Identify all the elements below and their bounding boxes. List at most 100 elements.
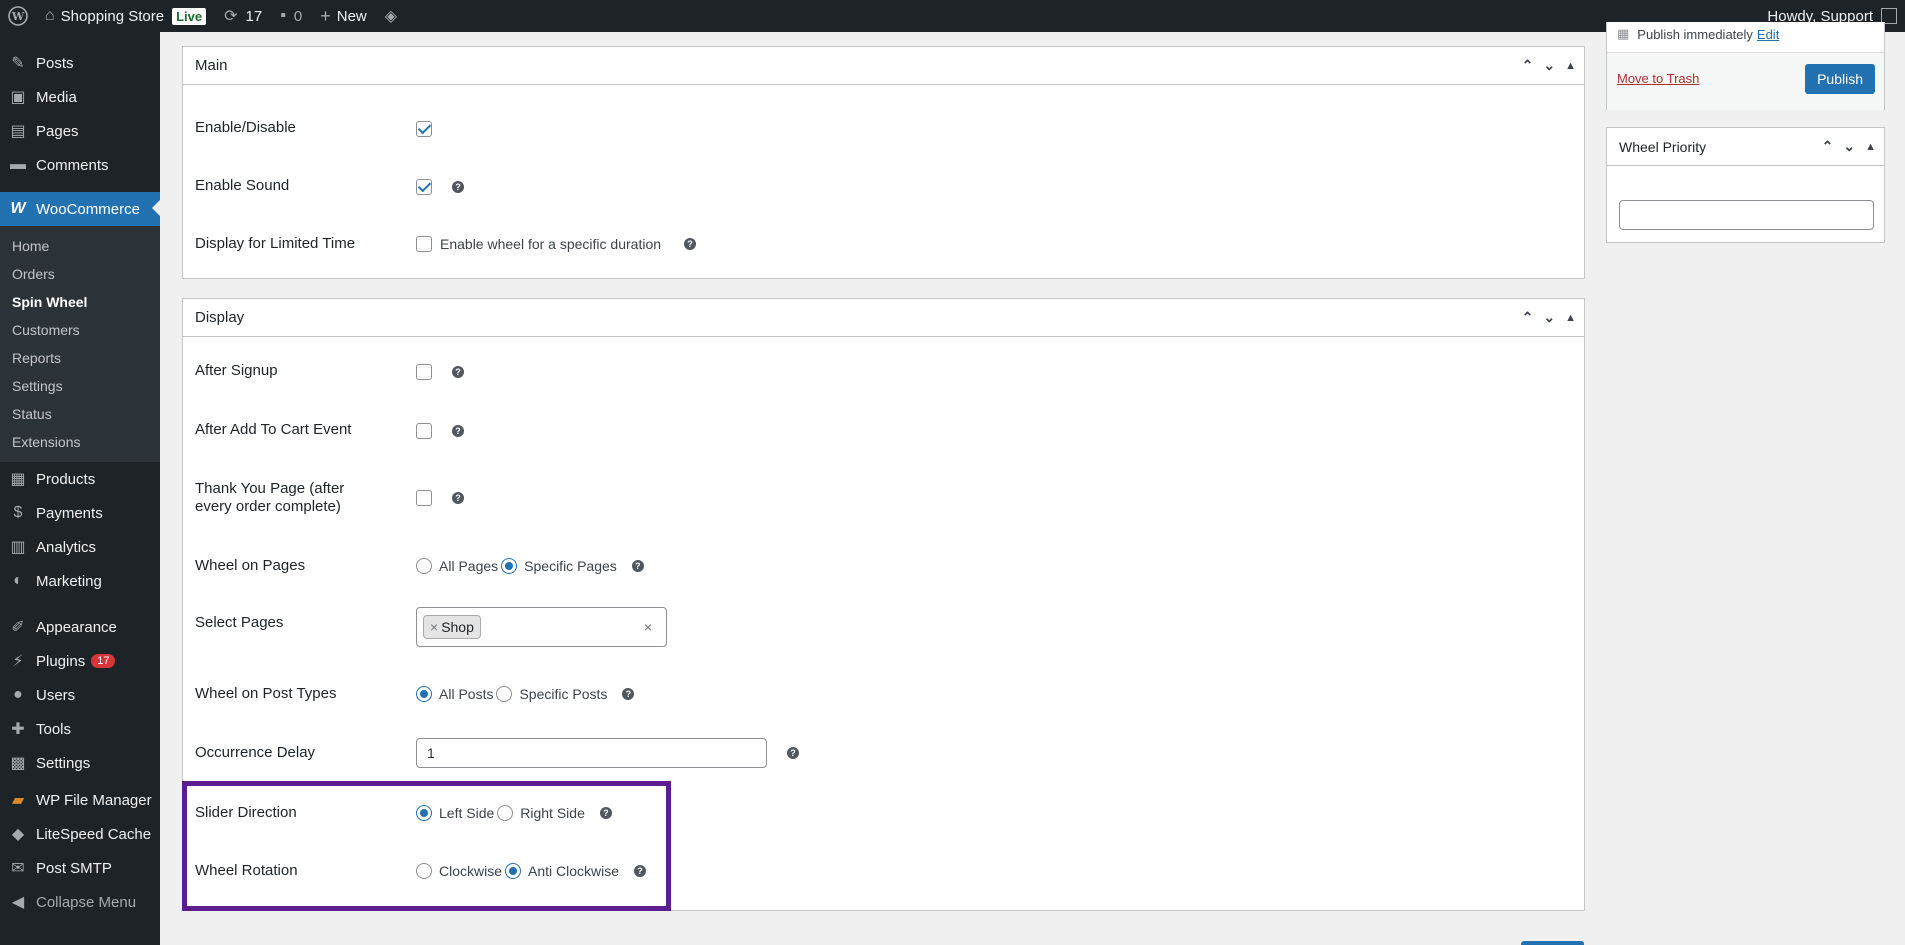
wheel-pages-row: Wheel on Pages All Pages Specific Pages … — [195, 557, 644, 574]
sidebar-item-comments[interactable]: ▬ Comments — [0, 148, 160, 182]
sidebar-item-payments[interactable]: $ Payments — [0, 496, 160, 530]
move-up-icon[interactable]: ⌃ — [1522, 57, 1534, 74]
diamond-icon: ◆ — [11, 826, 25, 843]
publish-panel: ▦ Publish immediately Edit Move to Trash… — [1606, 22, 1885, 110]
clear-selection-icon[interactable]: × — [644, 619, 652, 635]
enable-sound-checkbox[interactable] — [416, 179, 432, 195]
submenu-orders[interactable]: Orders — [0, 260, 160, 288]
limited-time-checkbox[interactable] — [416, 236, 432, 252]
sidebar-item-post-smtp[interactable]: ✉ Post SMTP — [0, 851, 160, 885]
collapse-menu-button[interactable]: ◀ Collapse Menu — [0, 885, 160, 919]
submenu-reports[interactable]: Reports — [0, 344, 160, 372]
sidebar-item-settings[interactable]: ▩ Settings — [0, 746, 160, 780]
post-types-row: Wheel on Post Types All Posts Specific P… — [195, 685, 635, 702]
archive-icon: ▦ — [10, 471, 26, 488]
specific-posts-radio[interactable] — [496, 686, 513, 702]
move-down-icon[interactable]: ⌄ — [1543, 57, 1555, 74]
specific-pages-radio[interactable] — [501, 558, 518, 574]
wheel-priority-input[interactable] — [1619, 200, 1874, 230]
limited-time-row: Display for Limited Time Enable wheel fo… — [195, 235, 697, 252]
comments-link[interactable]: ▪ 0 — [271, 0, 311, 32]
enable-disable-row: Enable/Disable — [195, 119, 432, 137]
submenu-spin-wheel[interactable]: Spin Wheel — [0, 288, 160, 316]
submenu-extensions[interactable]: Extensions — [0, 428, 160, 456]
select-pages-multiselect[interactable]: × Shop × — [416, 607, 667, 647]
help-icon[interactable]: ? — [452, 366, 464, 378]
help-icon[interactable]: ? — [452, 425, 464, 437]
sidebar-item-media[interactable]: ▣ Media — [0, 80, 160, 114]
envelope-icon: ✉ — [11, 860, 25, 877]
move-down-icon[interactable]: ⌄ — [1543, 309, 1555, 326]
help-icon[interactable]: ? — [684, 238, 697, 250]
move-up-icon[interactable]: ⌃ — [1822, 138, 1834, 155]
toggle-panel-icon[interactable]: ▲ — [1565, 60, 1576, 72]
collapse-arrow-icon: ◀ — [11, 894, 25, 911]
help-icon[interactable]: ? — [787, 747, 799, 759]
thank-you-row: Thank You Page (after every order comple… — [195, 480, 464, 516]
sidebar-item-appearance[interactable]: ✐ Appearance — [0, 610, 160, 644]
move-to-trash-link[interactable]: Move to Trash — [1617, 71, 1699, 86]
submenu-status[interactable]: Status — [0, 400, 160, 428]
home-icon: ⌂ — [45, 7, 55, 24]
comment-bubble-icon: ▪ — [280, 7, 286, 24]
after-signup-row: After Signup ? — [195, 362, 464, 380]
publish-button[interactable]: Publish — [1805, 64, 1875, 94]
selected-page-tag[interactable]: × Shop — [423, 615, 481, 639]
wrench-icon: ✚ — [11, 721, 25, 738]
folder-icon: ▰ — [11, 792, 25, 809]
help-icon[interactable]: ? — [452, 181, 464, 193]
all-posts-radio[interactable] — [416, 686, 432, 702]
publish-status: ▦ Publish immediately Edit — [1617, 26, 1780, 42]
main-panel-header[interactable]: Main ⌃ ⌄ ▲ — [183, 47, 1584, 85]
wheel-priority-header[interactable]: Wheel Priority ⌃ ⌄ ▲ — [1607, 128, 1884, 166]
sidebar-item-posts[interactable]: ✎ Posts — [0, 46, 160, 80]
wheel-priority-title: Wheel Priority — [1619, 138, 1707, 155]
sidebar-item-wp-file-manager[interactable]: ▰ WP File Manager — [0, 783, 160, 817]
sidebar-item-analytics[interactable]: ▥ Analytics — [0, 530, 160, 564]
move-down-icon[interactable]: ⌄ — [1843, 138, 1855, 155]
sidebar-item-plugins[interactable]: ⚡ Plugins 17 — [0, 644, 160, 678]
after-cart-checkbox[interactable] — [416, 423, 432, 439]
site-name-link[interactable]: ⌂ Shopping Store Live — [36, 0, 215, 32]
help-icon[interactable]: ? — [452, 492, 464, 504]
new-content-link[interactable]: + New — [311, 0, 376, 32]
pin-icon: ✎ — [11, 55, 25, 72]
dollar-icon: $ — [13, 504, 23, 521]
move-up-icon[interactable]: ⌃ — [1522, 309, 1534, 326]
occurrence-delay-row: Occurrence Delay 1 ? — [195, 738, 799, 768]
media-icon: ▣ — [10, 89, 26, 106]
sidebar-item-tools[interactable]: ✚ Tools — [0, 712, 160, 746]
woocommerce-icon: W — [10, 200, 26, 217]
diamond-plugin-icon[interactable]: ◈ — [376, 0, 406, 32]
after-signup-checkbox[interactable] — [416, 364, 432, 380]
display-panel-header[interactable]: Display ⌃ ⌄ ▲ — [183, 299, 1584, 337]
sidebar-item-users[interactable]: ● Users — [0, 678, 160, 712]
toggle-panel-icon[interactable]: ▲ — [1565, 312, 1576, 324]
plug-icon: ⚡ — [12, 653, 24, 670]
calendar-icon: ▦ — [1617, 26, 1630, 41]
help-icon[interactable]: ? — [622, 688, 635, 700]
sidebar-item-pages[interactable]: ▤ Pages — [0, 114, 160, 148]
wheel-priority-panel: Wheel Priority ⌃ ⌄ ▲ — [1606, 127, 1885, 243]
sidebar-item-marketing[interactable]: ◐ Marketing — [0, 564, 160, 598]
sidebar-item-litespeed-cache[interactable]: ◆ LiteSpeed Cache — [0, 817, 160, 851]
sidebar-item-products[interactable]: ▦ Products — [0, 462, 160, 496]
occurrence-delay-input[interactable]: 1 — [416, 738, 767, 768]
sidebar-item-woocommerce[interactable]: W WooCommerce — [0, 192, 160, 226]
bottom-button-edge[interactable] — [1521, 941, 1584, 945]
all-pages-radio[interactable] — [416, 558, 432, 574]
svg-text:W: W — [11, 10, 25, 23]
updates-link[interactable]: ⟳ 17 — [215, 0, 271, 32]
submenu-customers[interactable]: Customers — [0, 316, 160, 344]
help-icon[interactable]: ? — [631, 560, 644, 572]
thank-you-checkbox[interactable] — [416, 490, 432, 506]
display-panel-title: Display — [195, 309, 245, 326]
remove-tag-icon[interactable]: × — [430, 619, 438, 635]
enable-disable-checkbox[interactable] — [416, 121, 432, 137]
megaphone-icon: ◐ — [13, 572, 23, 589]
wordpress-logo-icon[interactable]: W — [0, 0, 36, 32]
submenu-settings[interactable]: Settings — [0, 372, 160, 400]
edit-publish-date-link[interactable]: Edit — [1757, 27, 1779, 42]
toggle-panel-icon[interactable]: ▲ — [1865, 141, 1876, 153]
submenu-home[interactable]: Home — [0, 232, 160, 260]
